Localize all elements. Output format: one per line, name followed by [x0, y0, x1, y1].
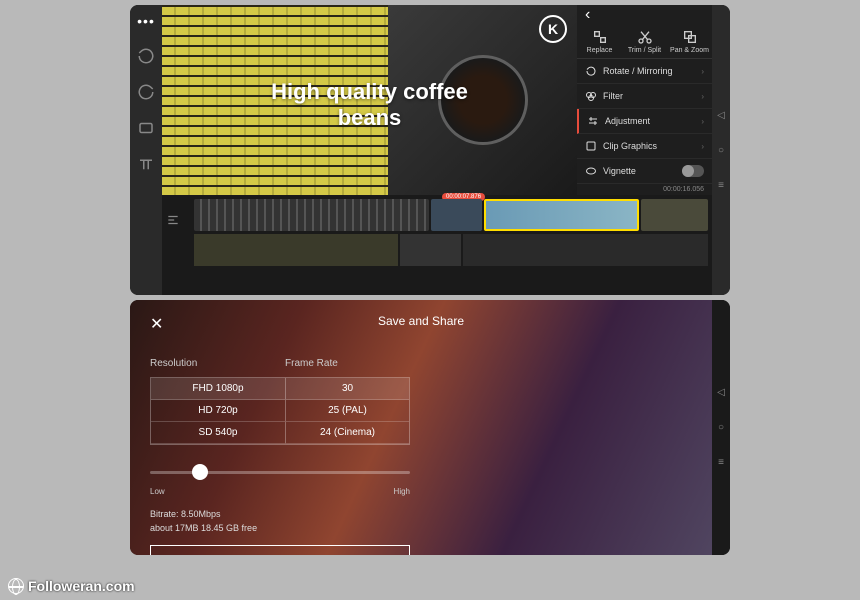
slider-track [150, 471, 410, 474]
tool-tabs: Replace Trim / Split Pan & Zoom [577, 25, 712, 59]
nav-home-icon[interactable]: ○ [718, 145, 724, 156]
timeline-track-1[interactable] [194, 199, 708, 231]
nav-home-icon[interactable]: ○ [718, 422, 724, 433]
adjust-icon [587, 115, 599, 127]
system-nav-bar: ◁ ○ ≡ [712, 300, 730, 555]
option-rotate[interactable]: Rotate / Mirroring › [577, 59, 712, 84]
option-row[interactable]: FHD 1080p 30 [151, 378, 409, 400]
option-label: Clip Graphics [603, 141, 657, 151]
option-row[interactable]: HD 720p 25 (PAL) [151, 400, 409, 422]
share-title: Save and Share [378, 314, 464, 328]
option-filter[interactable]: Filter › [577, 84, 712, 109]
framerate-option[interactable]: 30 [286, 378, 409, 400]
close-icon[interactable]: ✕ [150, 316, 163, 333]
vignette-toggle[interactable] [682, 165, 704, 177]
chevron-right-icon: › [701, 67, 704, 76]
clip-thumb[interactable] [463, 234, 708, 266]
option-row[interactable]: SD 540p 24 (Cinema) [151, 422, 409, 444]
tab-replace[interactable]: Replace [577, 29, 622, 54]
editor-main: K High quality coffee beans ‹ Replace Tr… [162, 5, 712, 295]
framerate-option[interactable]: 25 (PAL) [286, 400, 409, 422]
video-editor-screen: ••• K High quality coffee beans ‹ Repl [130, 5, 730, 295]
resolution-option[interactable]: FHD 1080p [151, 378, 286, 400]
preview-area: K High quality coffee beans ‹ Replace Tr… [162, 5, 712, 195]
slider-thumb[interactable] [192, 464, 208, 480]
framerate-header: Frame Rate [285, 358, 338, 369]
clip-thumb[interactable] [194, 234, 398, 266]
tab-label: Replace [587, 47, 613, 54]
chevron-right-icon: › [701, 92, 704, 101]
save-video-button[interactable]: Save as Video [150, 545, 410, 555]
preview-canvas[interactable]: K High quality coffee beans [162, 5, 577, 195]
video-clip[interactable] [431, 199, 481, 231]
resolution-option[interactable]: SD 540p [151, 422, 286, 444]
video-clip[interactable] [641, 199, 708, 231]
column-headers: Resolution Frame Rate [150, 358, 410, 369]
share-panel: ✕ Save and Share Resolution Frame Rate F… [130, 300, 712, 555]
save-share-screen: ✕ Save and Share Resolution Frame Rate F… [130, 300, 730, 555]
framerate-option[interactable]: 24 (Cinema) [286, 422, 409, 444]
option-label: Adjustment [605, 116, 650, 126]
more-icon[interactable]: ••• [137, 13, 155, 29]
slider-low-label: Low [150, 487, 165, 496]
nav-recent-icon[interactable]: ≡ [718, 180, 724, 191]
bitrate-value: Bitrate: 8.50Mbps [150, 508, 410, 522]
bitrate-info: Bitrate: 8.50Mbps about 17MB 18.45 GB fr… [150, 508, 410, 535]
align-icon[interactable] [166, 213, 180, 232]
watermark: Followeran.com [8, 578, 135, 594]
nav-back-icon[interactable]: ◁ [717, 387, 725, 398]
size-info: about 17MB 18.45 GB free [150, 522, 410, 536]
system-nav-bar: ◁ ○ ≡ [712, 5, 730, 295]
tab-label: Pan & Zoom [670, 47, 709, 54]
app-logo-icon: K [539, 15, 567, 43]
selected-clip[interactable] [484, 199, 639, 231]
preview-overlay-text: High quality coffee beans [266, 79, 474, 132]
slider-high-label: High [394, 487, 410, 496]
total-duration: 00:00:16.056 [577, 184, 712, 195]
bitrate-slider[interactable] [150, 463, 410, 483]
vignette-icon [585, 165, 597, 177]
nav-back-icon[interactable]: ◁ [717, 110, 725, 121]
audio-clip[interactable] [194, 199, 429, 231]
tab-panzoom[interactable]: Pan & Zoom [667, 29, 712, 54]
capture-icon[interactable] [137, 119, 155, 137]
undo-icon[interactable] [137, 47, 155, 65]
export-settings: Resolution Frame Rate FHD 1080p 30 HD 72… [150, 358, 410, 555]
chevron-right-icon: › [701, 142, 704, 151]
options-table: FHD 1080p 30 HD 720p 25 (PAL) SD 540p 24… [150, 377, 410, 445]
redo-icon[interactable] [137, 83, 155, 101]
rotate-icon [585, 65, 597, 77]
tab-trim[interactable]: Trim / Split [622, 29, 667, 54]
globe-icon [8, 578, 24, 594]
options-list: Rotate / Mirroring › Filter › Adjustment… [577, 59, 712, 195]
nav-recent-icon[interactable]: ≡ [718, 457, 724, 468]
option-label: Filter [603, 91, 623, 101]
clip-icon [585, 140, 597, 152]
option-label: Rotate / Mirroring [603, 66, 673, 76]
option-label: Vignette [603, 166, 636, 176]
resolution-option[interactable]: HD 720p [151, 400, 286, 422]
tab-label: Trim / Split [628, 47, 661, 54]
panzoom-icon [682, 29, 698, 45]
slider-labels: Low High [150, 487, 410, 496]
timeline-track-2[interactable] [194, 234, 708, 266]
resolution-header: Resolution [150, 358, 285, 369]
watermark-text: Followeran.com [28, 578, 135, 594]
edit-options-panel: ‹ Replace Trim / Split Pan & Zoom [577, 5, 712, 195]
filter-icon [585, 90, 597, 102]
back-button[interactable]: ‹ [577, 5, 712, 25]
chevron-right-icon: › [701, 117, 704, 126]
option-clip-graphics[interactable]: Clip Graphics › [577, 134, 712, 159]
option-adjustment[interactable]: Adjustment › [577, 109, 712, 134]
replace-icon [592, 29, 608, 45]
trim-icon [637, 29, 653, 45]
left-toolbar: ••• [130, 5, 162, 295]
clip-thumb[interactable] [400, 234, 461, 266]
timeline[interactable]: 00:00:07.876 [162, 195, 712, 295]
option-vignette[interactable]: Vignette [577, 159, 712, 184]
delete-icon[interactable] [137, 155, 155, 173]
